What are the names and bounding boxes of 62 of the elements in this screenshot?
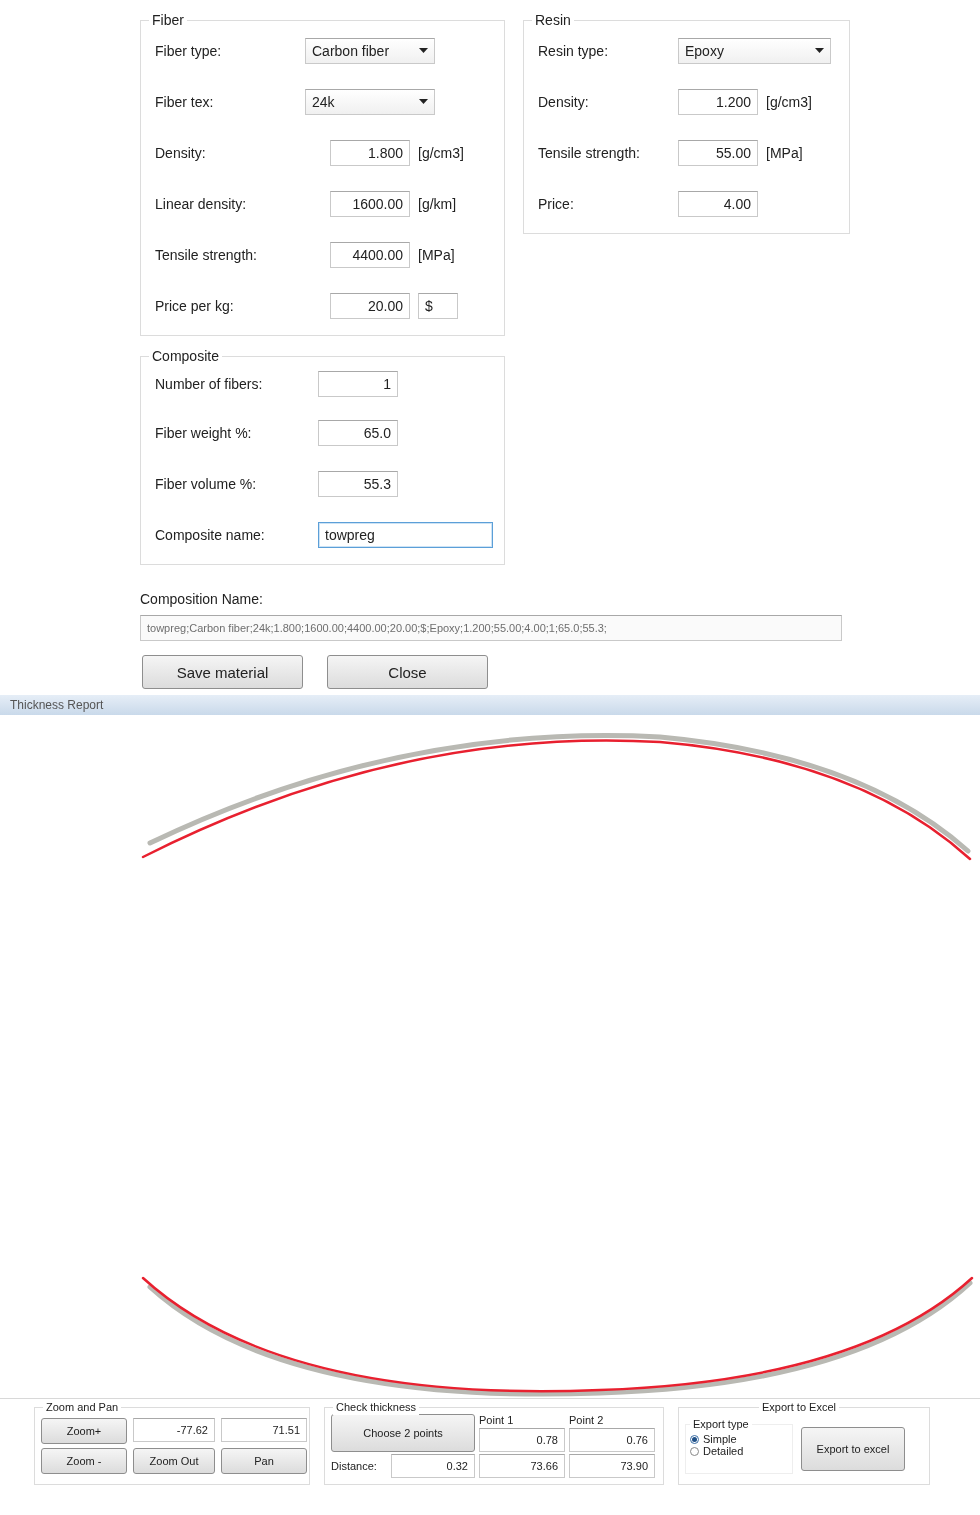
export-button[interactable]: Export to excel: [801, 1427, 905, 1471]
radio-option[interactable]: Detailed: [690, 1445, 788, 1457]
field-label: Fiber tex:: [155, 93, 215, 110]
dropdown[interactable]: 24k: [305, 88, 435, 115]
unit-label: [MPa]: [418, 246, 455, 263]
field-label: Price:: [538, 195, 575, 212]
input-field[interactable]: 4.00: [678, 190, 758, 217]
field-label: Tensile strength:: [155, 246, 258, 263]
input-field[interactable]: 4400.00: [330, 241, 410, 268]
group-title: Composite: [149, 348, 222, 364]
input-field[interactable]: 1: [318, 371, 398, 397]
currency-field[interactable]: $: [418, 292, 458, 319]
input-field[interactable]: 20.00: [330, 292, 410, 319]
input-field[interactable]: 65.0: [318, 419, 398, 446]
unit-label: [g/km]: [418, 195, 457, 212]
input-field[interactable]: -77.62: [133, 1418, 215, 1442]
window-title: Thickness Report: [0, 695, 980, 715]
unit-label: [g/cm3]: [766, 93, 812, 110]
input-field[interactable]: 1.800: [330, 139, 410, 166]
zoom-out-button[interactable]: Zoom Out: [133, 1448, 215, 1474]
unit-label: [MPa]: [766, 144, 803, 161]
caret-icon: [815, 48, 824, 53]
input-field[interactable]: towpreg: [318, 521, 493, 548]
field-label: Composition Name:: [140, 591, 264, 607]
field-label: Fiber weight %:: [155, 424, 253, 441]
field-label: Distance:: [331, 1460, 378, 1472]
input-field[interactable]: 0.32: [391, 1454, 475, 1478]
field-label: Density:: [538, 93, 590, 110]
input-field[interactable]: 73.90: [569, 1454, 655, 1478]
input-field[interactable]: 0.76: [569, 1428, 655, 1452]
input-field[interactable]: 55.3: [318, 470, 398, 497]
field-label: Fiber volume %:: [155, 475, 258, 492]
field-label: Fiber type:: [155, 42, 223, 59]
field-label: Number of fibers:: [155, 376, 264, 392]
input-field[interactable]: 1600.00: [330, 190, 410, 217]
zoom-minus-button[interactable]: Zoom -: [41, 1448, 127, 1474]
zoom-in-button[interactable]: Zoom+: [41, 1418, 127, 1444]
dropdown[interactable]: Carbon fiber: [305, 37, 435, 64]
input-field[interactable]: 0.78: [479, 1428, 565, 1452]
input-field[interactable]: 1.200: [678, 88, 758, 115]
field-label: Density:: [155, 144, 207, 161]
input-field[interactable]: 55.00: [678, 139, 758, 166]
caret-icon: [419, 99, 428, 104]
group-title: Fiber: [149, 12, 187, 28]
column-header: Point 1: [479, 1414, 515, 1426]
field-label: Resin type:: [538, 42, 610, 59]
group-title: Resin: [532, 12, 574, 28]
unit-label: [g/cm3]: [418, 144, 464, 161]
dropdown[interactable]: Epoxy: [678, 37, 831, 64]
input-field[interactable]: 71.51: [221, 1418, 307, 1442]
radio-option[interactable]: Simple: [690, 1433, 788, 1445]
pan-button[interactable]: Pan: [221, 1448, 307, 1474]
caret-icon: [419, 48, 428, 53]
input-field[interactable]: 73.66: [479, 1454, 565, 1478]
choose-points-button[interactable]: Choose 2 points: [331, 1414, 475, 1452]
save-button[interactable]: Save material: [142, 655, 303, 689]
field-label: Price per kg:: [155, 297, 235, 314]
column-header: Point 2: [569, 1414, 605, 1426]
field-label: Tensile strength:: [538, 144, 641, 161]
field-label: Composite name:: [155, 526, 266, 543]
field-label: Linear density:: [155, 195, 248, 212]
close-button[interactable]: Close: [327, 655, 488, 689]
